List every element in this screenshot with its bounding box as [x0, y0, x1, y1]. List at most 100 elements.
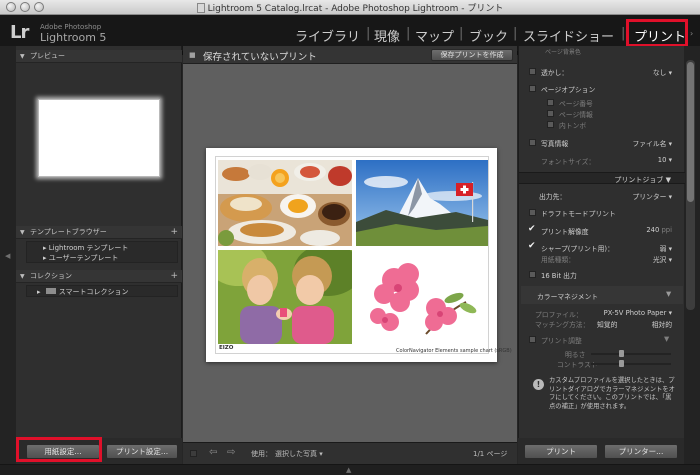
collapse-top-icon[interactable]: › [690, 29, 693, 38]
template-folder-lightroom[interactable]: ▸ Lightroom テンプレート [43, 243, 128, 253]
expand-triangle-icon: ▼ [20, 229, 25, 236]
watermark-checkbox[interactable] [529, 68, 536, 75]
crop-marks-label: 内トンボ [559, 122, 587, 130]
layout-icon: ■ [189, 51, 196, 59]
print-adjust-checkbox[interactable] [529, 336, 536, 343]
module-separator: | [366, 26, 371, 41]
intent-relative[interactable]: 相対的 [652, 319, 672, 329]
right-panel-scrollbar[interactable] [686, 60, 695, 310]
page-options-header: ページオプション [541, 86, 596, 94]
warning-icon: ! [533, 379, 544, 390]
module-separator: | [513, 26, 518, 41]
page-info-label: ページ情報 [559, 111, 593, 119]
watermark-label: 透かし： [541, 69, 569, 77]
page-caption: ColorNavigator Elements sample chart (sR… [396, 348, 512, 354]
lightroom-window: Lightroom 5 Catalog.lrcat - Adobe Photos… [0, 0, 700, 475]
module-map[interactable]: マップ [415, 26, 454, 45]
center-toolbar: ⇦ ⇨ 使用： 選択した写真 ▾ 1/1 ページ [183, 442, 517, 464]
intent-perceptual[interactable]: 知覚的 [597, 319, 617, 329]
photo-flowers[interactable] [356, 250, 488, 344]
intent-label: マッチング方法： [535, 321, 590, 329]
print-resolution-value[interactable]: 240 ppi [646, 226, 672, 234]
template-folder-user[interactable]: ▸ ユーザーテンプレート [43, 253, 118, 263]
add-collection-icon[interactable]: + [170, 270, 178, 283]
contrast-slider[interactable] [591, 363, 671, 365]
template-preview [39, 100, 159, 176]
expand-triangle-icon: ▼ [20, 53, 25, 60]
window-title: Lightroom 5 Catalog.lrcat - Adobe Photos… [0, 1, 700, 14]
lightroom-logo: Lr [10, 22, 29, 43]
crop-marks-checkbox[interactable] [547, 121, 554, 128]
module-book[interactable]: ブック [469, 26, 508, 45]
contrast-slider-knob[interactable] [619, 360, 624, 367]
use-label: 使用： [251, 450, 272, 458]
add-template-icon[interactable]: + [170, 226, 178, 239]
page-cell-area: EIZO ColorNavigator Elements sample char… [215, 156, 512, 354]
template-list: ▸ Lightroom テンプレート ▸ ユーザーテンプレート [26, 241, 178, 263]
resolution-check-icon[interactable]: ✔ [528, 225, 536, 234]
preview-panel-header[interactable]: ▼ プレビュー [16, 50, 182, 63]
draft-mode-checkbox[interactable] [529, 209, 536, 216]
page-info-checkbox[interactable] [547, 110, 554, 117]
photo-breakfast[interactable] [218, 160, 352, 246]
collapse-triangle-icon: ▼ [664, 335, 670, 343]
sharpen-check-icon[interactable]: ✔ [528, 242, 536, 251]
sharpen-select[interactable]: 弱 ▾ [660, 243, 672, 253]
sharpen-label: シャープ(プリント用)： [541, 245, 614, 253]
media-type-select[interactable]: 光沢 ▾ [653, 254, 672, 264]
print-job-header[interactable]: プリントジョブ ▼ [519, 172, 685, 184]
folder-icon [45, 288, 56, 294]
page-options-checkbox[interactable] [529, 85, 536, 92]
output-label: 出力先： [539, 193, 567, 201]
expand-filmstrip-icon[interactable]: ▲ [346, 466, 351, 474]
brightness-slider[interactable] [591, 353, 671, 355]
photo-children[interactable] [218, 250, 352, 344]
next-page-icon[interactable]: ⇨ [227, 447, 235, 458]
page-number-checkbox[interactable] [547, 99, 554, 106]
module-separator: | [621, 26, 626, 41]
photo-info-select[interactable]: ファイル名 ▾ [632, 138, 672, 148]
use-selector[interactable]: 選択した写真 ▾ [275, 449, 323, 459]
print-module-highlight [626, 19, 688, 47]
print-title: 保存されていないプリント [203, 52, 317, 63]
right-panel-footer: プリント プリンター... [518, 438, 684, 464]
color-management-header[interactable]: カラーマネジメント ▼ [521, 286, 683, 304]
collapse-triangle-icon: ▼ [665, 176, 671, 184]
collections-header[interactable]: ▼ コレクション + [16, 270, 182, 283]
expand-triangle-icon: ▼ [20, 273, 25, 280]
save-print-button[interactable]: 保存プリントを作成 [431, 49, 513, 61]
page-count: 1/1 ページ [473, 450, 508, 458]
toolbar-checkbox[interactable] [190, 450, 197, 457]
profile-select[interactable]: PX-5V Photo Paper ▾ [604, 309, 672, 317]
scrollbar-thumb[interactable] [687, 62, 694, 202]
sixteen-bit-checkbox[interactable] [529, 271, 536, 278]
previous-page-icon[interactable]: ⇦ [209, 447, 217, 458]
output-select[interactable]: プリンター ▾ [632, 191, 672, 201]
photo-info-checkbox[interactable] [529, 139, 536, 146]
draft-mode-label: ドラフトモードプリント [541, 210, 616, 218]
template-browser-header[interactable]: ▼ テンプレートブラウザー + [16, 226, 182, 239]
module-separator: | [459, 26, 464, 41]
module-develop[interactable]: 現像 [374, 26, 400, 45]
left-edge-strip[interactable]: ◀ [0, 46, 16, 464]
smart-collection-folder[interactable]: ▸ スマートコレクション [37, 287, 129, 297]
right-panel: ページ背景色 透かし： なし ▾ ページオプション ページ番号 ページ情報 内ト… [518, 46, 685, 464]
document-icon [196, 3, 205, 13]
module-slideshow[interactable]: スライドショー [523, 26, 614, 45]
product-name: Lightroom 5 [40, 31, 107, 44]
module-separator: | [406, 26, 411, 41]
filmstrip-strip[interactable]: ▲ [0, 464, 700, 475]
print-button[interactable]: プリント [524, 444, 598, 459]
collapse-left-icon[interactable]: ◀ [5, 252, 10, 260]
module-library[interactable]: ライブラリ [295, 26, 360, 45]
title-bar: Lightroom 5 Catalog.lrcat - Adobe Photos… [0, 0, 700, 15]
font-size-select[interactable]: 10 ▾ [658, 156, 672, 164]
page-background-label: ページ背景色 [545, 49, 581, 56]
print-settings-button[interactable]: プリント設定... [106, 444, 178, 459]
brightness-slider-knob[interactable] [619, 350, 624, 357]
photo-info-label: 写真情報 [541, 140, 569, 148]
sixteen-bit-label: 16 Bit 出力 [541, 272, 577, 280]
watermark-select[interactable]: なし ▾ [653, 67, 672, 77]
photo-mountain[interactable] [356, 160, 488, 246]
printer-button[interactable]: プリンター... [604, 444, 678, 459]
